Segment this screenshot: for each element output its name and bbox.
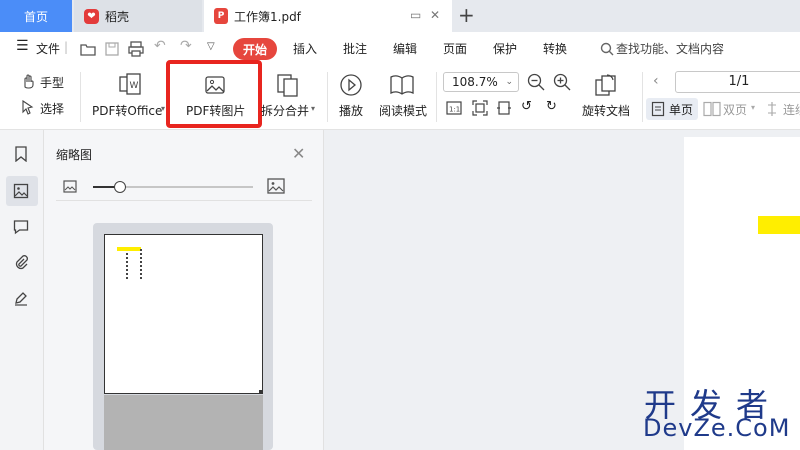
tab-home[interactable]: 首页 — [0, 0, 72, 32]
tab-document[interactable]: P 工作簿1.pdf ▭ ✕ — [204, 0, 452, 32]
hamburger-menu-icon[interactable]: ☰ — [16, 38, 29, 54]
continuous-button[interactable]: 连续 — [783, 101, 800, 118]
double-page-button[interactable]: 双页 — [723, 101, 747, 118]
close-panel-icon[interactable]: ✕ — [292, 144, 305, 163]
search-input[interactable]: 查找功能、文档内容 — [616, 40, 724, 57]
thumbnail-panel-title: 缩略图 — [56, 148, 93, 162]
window-restore-icon[interactable]: ▭ — [410, 8, 421, 22]
play-icon — [340, 74, 362, 96]
fit-width-icon[interactable] — [496, 100, 512, 116]
pdf-to-office-button[interactable]: PDF转Office — [92, 102, 162, 119]
zoom-out-icon[interactable] — [527, 73, 545, 91]
tab-daoke-label: 稻壳 — [105, 9, 130, 24]
ribbon-divider — [642, 72, 643, 122]
zoom-dropdown-icon: ⌄ — [505, 77, 513, 87]
previous-page-icon[interactable]: ‹ — [653, 73, 659, 89]
svg-text:1:1: 1:1 — [449, 106, 460, 114]
menu-protect[interactable]: 保护 — [493, 40, 517, 57]
thumbnail-text-column — [140, 249, 142, 281]
ribbon-divider — [327, 72, 328, 122]
thumbnail-size-slider-handle[interactable] — [114, 181, 126, 193]
undo-icon[interactable]: ↶ — [154, 38, 166, 54]
close-tab-icon[interactable]: ✕ — [430, 8, 440, 22]
hand-tool-icon — [24, 74, 34, 89]
tab-document-label: 工作簿1.pdf — [234, 9, 301, 24]
double-page-dropdown-icon[interactable]: ▾ — [751, 103, 755, 112]
menu-divider: | — [64, 40, 69, 54]
rotate-right-icon[interactable]: ↻ — [546, 99, 557, 114]
menu-edit[interactable]: 编辑 — [393, 40, 417, 57]
rotate-document-button[interactable]: 旋转文档 — [582, 102, 630, 119]
panel-divider — [56, 200, 312, 201]
pdf-to-office-dropdown-icon[interactable]: ▾ — [161, 104, 165, 113]
zoom-value: 108.7% — [452, 75, 498, 89]
print-icon[interactable] — [128, 41, 144, 57]
daoke-logo-icon: ❤ — [84, 8, 99, 24]
menu-annotate[interactable]: 批注 — [343, 40, 367, 57]
hand-tool-button[interactable]: 手型 — [40, 74, 64, 91]
select-cursor-icon — [22, 99, 34, 115]
menu-insert[interactable]: 插入 — [293, 40, 317, 57]
rotate-left-icon[interactable]: ↺ — [521, 99, 532, 114]
search-icon[interactable] — [600, 42, 614, 56]
ribbon-divider — [80, 72, 81, 122]
split-merge-icon — [277, 74, 298, 97]
tab-bar: 首页 ❤ 稻壳 P 工作簿1.pdf ▭ ✕ + — [0, 0, 800, 32]
menu-file[interactable]: 文件 — [36, 40, 60, 57]
comment-icon[interactable] — [10, 216, 32, 238]
double-page-icon — [703, 101, 721, 117]
new-tab-button[interactable]: + — [458, 3, 475, 27]
thumbnail-icon[interactable] — [10, 180, 32, 202]
page-number-input[interactable]: 1/1 — [675, 71, 800, 93]
thumbnail-resize-corner — [259, 390, 263, 394]
large-thumbnail-icon[interactable] — [267, 178, 285, 194]
single-page-icon — [651, 101, 665, 117]
watermark-en: DevZe.CoM — [643, 414, 791, 442]
attachment-icon[interactable] — [10, 251, 32, 273]
bookmark-icon[interactable] — [10, 143, 32, 165]
split-merge-dropdown-icon[interactable]: ▾ — [311, 104, 315, 113]
split-merge-button[interactable]: 拆分合并 — [261, 102, 309, 119]
rotate-document-icon — [595, 74, 616, 96]
fit-page-icon[interactable] — [472, 100, 488, 116]
pdf-to-office-icon: W — [119, 73, 141, 95]
redo-icon[interactable]: ↷ — [180, 38, 192, 54]
reading-mode-button[interactable]: 阅读模式 — [379, 102, 427, 119]
menu-start[interactable]: 开始 — [233, 38, 277, 60]
tab-daoke[interactable]: ❤ 稻壳 — [74, 0, 202, 32]
menu-page[interactable]: 页面 — [443, 40, 467, 57]
actual-size-icon[interactable]: 1:1 — [446, 100, 462, 116]
reading-mode-icon — [390, 75, 414, 95]
thumbnail-highlight-mark — [117, 247, 141, 251]
menu-convert[interactable]: 转换 — [543, 40, 567, 57]
single-page-label: 单页 — [669, 103, 694, 117]
quick-access-dropdown-icon[interactable]: ▽ — [207, 41, 215, 52]
continuous-page-icon — [768, 102, 776, 116]
next-page-thumbnail[interactable] — [104, 395, 263, 450]
pdf-file-icon: P — [214, 8, 228, 24]
menu-bar: ☰ 文件 | ↶ ↷ ▽ 开始 插入 批注 编辑 页面 保护 转换 查找功能、文… — [0, 32, 800, 66]
small-thumbnail-icon[interactable] — [63, 180, 77, 193]
ribbon-divider — [436, 72, 437, 122]
save-icon[interactable] — [104, 41, 120, 57]
tab-home-label: 首页 — [23, 9, 48, 24]
select-tool-button[interactable]: 选择 — [40, 100, 64, 117]
zoom-select[interactable]: 108.7% ⌄ — [443, 72, 519, 92]
play-button[interactable]: 播放 — [339, 102, 363, 119]
thumbnail-text-column — [126, 253, 128, 281]
document-highlight-mark — [758, 216, 800, 234]
signature-pen-icon[interactable] — [10, 287, 32, 309]
highlight-annotation-box — [166, 60, 262, 128]
open-folder-icon[interactable] — [80, 41, 96, 57]
zoom-in-icon[interactable] — [553, 73, 571, 91]
svg-text:W: W — [130, 81, 139, 91]
